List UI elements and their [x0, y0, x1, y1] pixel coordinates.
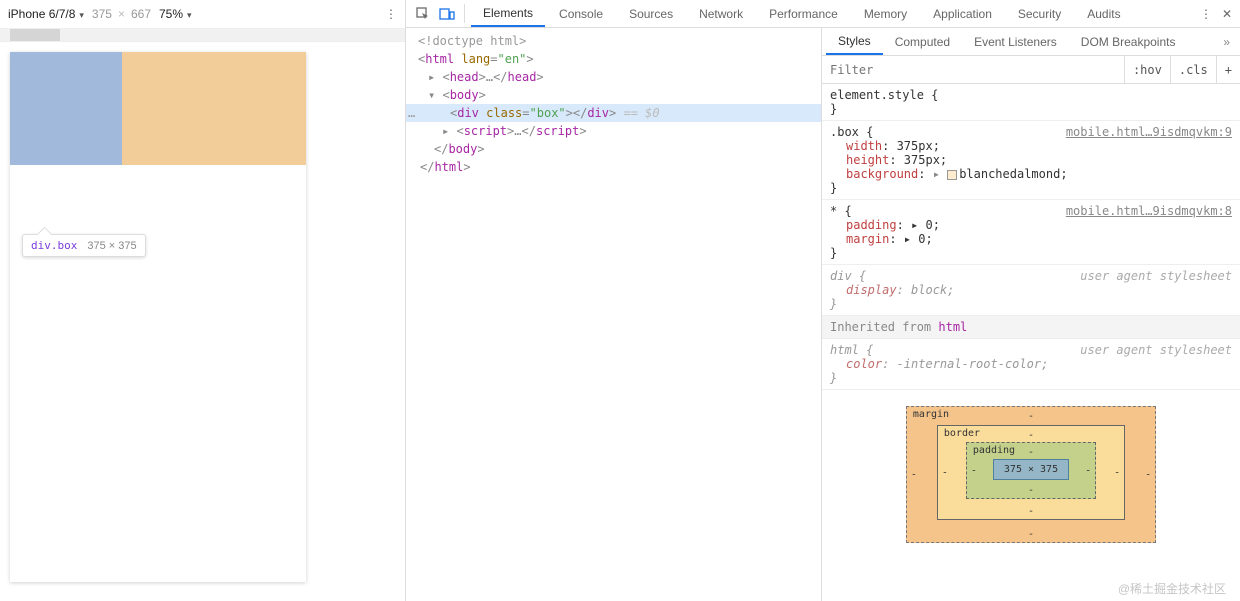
- device-viewport: div.box 375 × 375: [0, 42, 405, 601]
- dom-line[interactable]: </body>: [406, 140, 821, 158]
- rule-source-link[interactable]: mobile.html…9isdmqvkm:8: [1066, 204, 1232, 218]
- kebab-icon[interactable]: ⋮: [1200, 7, 1212, 21]
- device-toolbar: iPhone 6/7/8 375 × 667 75% ⋮: [0, 0, 405, 28]
- times-icon: ×: [118, 7, 125, 21]
- tooltip-selector: div.box: [31, 239, 77, 252]
- ruler-horizontal: [0, 28, 405, 42]
- css-rule[interactable]: mobile.html…9isdmqvkm:9 .box { width: 37…: [822, 121, 1240, 200]
- zoom-selector[interactable]: 75%: [159, 7, 192, 21]
- device-pane: iPhone 6/7/8 375 × 667 75% ⋮: [0, 0, 406, 601]
- dom-line[interactable]: ▸ <head>…</head>: [406, 68, 821, 86]
- user-agent-label: user agent stylesheet: [1080, 269, 1232, 283]
- bm-padding-label: padding: [973, 445, 1015, 456]
- chevrons-icon[interactable]: »: [1213, 28, 1240, 55]
- hov-toggle[interactable]: :hov: [1124, 56, 1170, 83]
- css-rule[interactable]: mobile.html…9isdmqvkm:8 * { padding: ▸ 0…: [822, 200, 1240, 265]
- filter-input[interactable]: [822, 63, 1124, 77]
- tab-elements[interactable]: Elements: [471, 0, 545, 27]
- chevron-down-icon: [79, 7, 84, 21]
- bm-border-label: border: [944, 428, 980, 439]
- tab-network[interactable]: Network: [687, 0, 755, 27]
- subtab-dombreakpoints[interactable]: DOM Breakpoints: [1069, 28, 1188, 55]
- subtab-computed[interactable]: Computed: [883, 28, 962, 55]
- dom-line-selected[interactable]: …<div class="box"></div> == $0: [406, 104, 821, 122]
- chevron-down-icon: [187, 7, 192, 21]
- new-rule-button[interactable]: +: [1216, 56, 1240, 83]
- element-tooltip: div.box 375 × 375: [22, 234, 146, 257]
- tab-performance[interactable]: Performance: [757, 0, 850, 27]
- css-rule[interactable]: element.style { }: [822, 84, 1240, 121]
- cls-toggle[interactable]: .cls: [1170, 56, 1216, 83]
- css-rule[interactable]: user agent stylesheet div { display: blo…: [822, 265, 1240, 316]
- zoom-level: 75%: [159, 7, 183, 21]
- device-toggle-icon[interactable]: [436, 0, 458, 27]
- selected-element-overlay: [10, 52, 306, 165]
- subtab-eventlisteners[interactable]: Event Listeners: [962, 28, 1069, 55]
- main-tabs: Elements Console Sources Network Perform…: [406, 0, 1240, 28]
- bm-content: 375 × 375: [993, 459, 1069, 480]
- rendered-page[interactable]: [10, 52, 306, 582]
- dom-line[interactable]: </html>: [406, 158, 821, 176]
- inspect-icon[interactable]: [412, 0, 434, 27]
- inherited-from: Inherited from html: [822, 316, 1240, 339]
- dom-line[interactable]: <html lang="en">: [406, 50, 821, 68]
- tab-audits[interactable]: Audits: [1075, 0, 1132, 27]
- tab-application[interactable]: Application: [921, 0, 1004, 27]
- tab-memory[interactable]: Memory: [852, 0, 919, 27]
- device-selector[interactable]: iPhone 6/7/8: [8, 7, 84, 21]
- viewport-size: 375 × 667: [92, 7, 151, 21]
- kebab-icon[interactable]: ⋮: [385, 7, 397, 21]
- overlay-content: [10, 52, 122, 165]
- viewport-height[interactable]: 667: [131, 7, 151, 21]
- watermark: @稀土掘金技术社区: [1118, 580, 1226, 597]
- bm-margin-label: margin: [913, 409, 949, 420]
- styles-pane: Styles Computed Event Listeners DOM Brea…: [822, 28, 1240, 601]
- tab-console[interactable]: Console: [547, 0, 615, 27]
- dom-tree[interactable]: <!doctype html> <html lang="en"> ▸ <head…: [406, 28, 822, 601]
- user-agent-label: user agent stylesheet: [1080, 343, 1232, 357]
- subtab-styles[interactable]: Styles: [826, 28, 883, 55]
- filter-bar: :hov .cls +: [822, 56, 1240, 84]
- dom-line[interactable]: ▸ <script>…</script>: [406, 122, 821, 140]
- tooltip-size: 375 × 375: [87, 240, 136, 252]
- overlay-overflow: [122, 52, 306, 165]
- dom-line[interactable]: <!doctype html>: [406, 32, 821, 50]
- ellipsis-icon[interactable]: …: [408, 106, 415, 120]
- color-swatch[interactable]: [947, 170, 957, 180]
- viewport-width[interactable]: 375: [92, 7, 112, 21]
- devtools: Elements Console Sources Network Perform…: [406, 0, 1240, 601]
- rule-source-link[interactable]: mobile.html…9isdmqvkm:9: [1066, 125, 1232, 139]
- device-name: iPhone 6/7/8: [8, 7, 75, 21]
- dom-line[interactable]: ▾ <body>: [406, 86, 821, 104]
- css-rule[interactable]: user agent stylesheet html { color: -int…: [822, 339, 1240, 390]
- tab-security[interactable]: Security: [1006, 0, 1073, 27]
- css-rules: element.style { } mobile.html…9isdmqvkm:…: [822, 84, 1240, 601]
- styles-subtabs: Styles Computed Event Listeners DOM Brea…: [822, 28, 1240, 56]
- box-model[interactable]: margin - - - - border - - - -: [822, 390, 1240, 551]
- tab-sources[interactable]: Sources: [617, 0, 685, 27]
- close-icon[interactable]: ✕: [1222, 7, 1232, 21]
